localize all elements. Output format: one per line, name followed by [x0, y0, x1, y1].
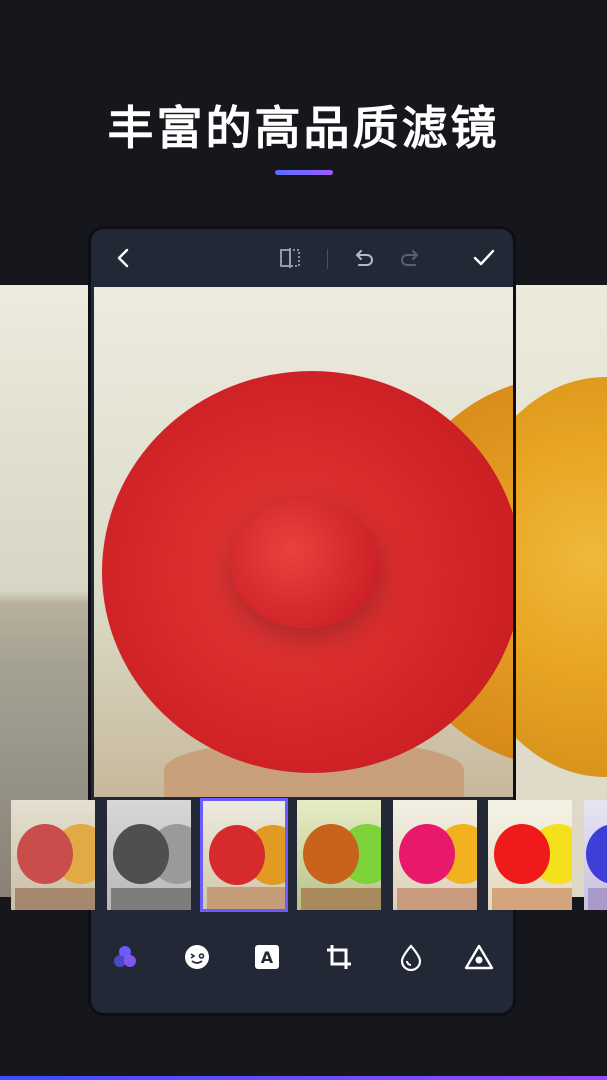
headline: 丰富的高品质滤镜 — [107, 101, 500, 155]
filter-icon[interactable] — [109, 941, 141, 973]
red-hat-crown — [231, 500, 381, 628]
crop-icon[interactable] — [323, 941, 355, 973]
filter-thumb-vivid[interactable] — [393, 800, 477, 910]
filter-thumb-pop[interactable] — [488, 800, 572, 910]
topbar-divider — [327, 249, 328, 269]
bottom-toolbar: A — [91, 919, 513, 1009]
redo-icon[interactable] — [395, 243, 425, 273]
editor-topbar — [91, 229, 513, 287]
filter-thumb-vintage[interactable] — [11, 800, 95, 910]
filter-thumb-mono[interactable] — [107, 800, 191, 910]
effect-icon[interactable] — [463, 941, 495, 973]
edited-photo — [94, 287, 513, 797]
filter-thumb-cool[interactable] — [584, 800, 607, 910]
back-icon[interactable] — [109, 243, 139, 273]
accent-bar — [275, 170, 333, 175]
compare-icon[interactable] — [275, 243, 305, 273]
undo-icon[interactable] — [349, 243, 379, 273]
sticker-icon[interactable] — [181, 941, 213, 973]
filter-thumb-original[interactable] — [200, 798, 288, 912]
check-icon[interactable] — [469, 243, 499, 273]
filter-strip — [0, 798, 607, 914]
yellow-hat-image — [515, 377, 607, 777]
text-icon-glyph: A — [260, 947, 274, 967]
filter-thumb-warm[interactable] — [297, 800, 381, 910]
bottom-accent-line — [0, 1076, 607, 1080]
text-icon[interactable]: A — [251, 941, 283, 973]
adjust-icon[interactable] — [395, 941, 427, 973]
